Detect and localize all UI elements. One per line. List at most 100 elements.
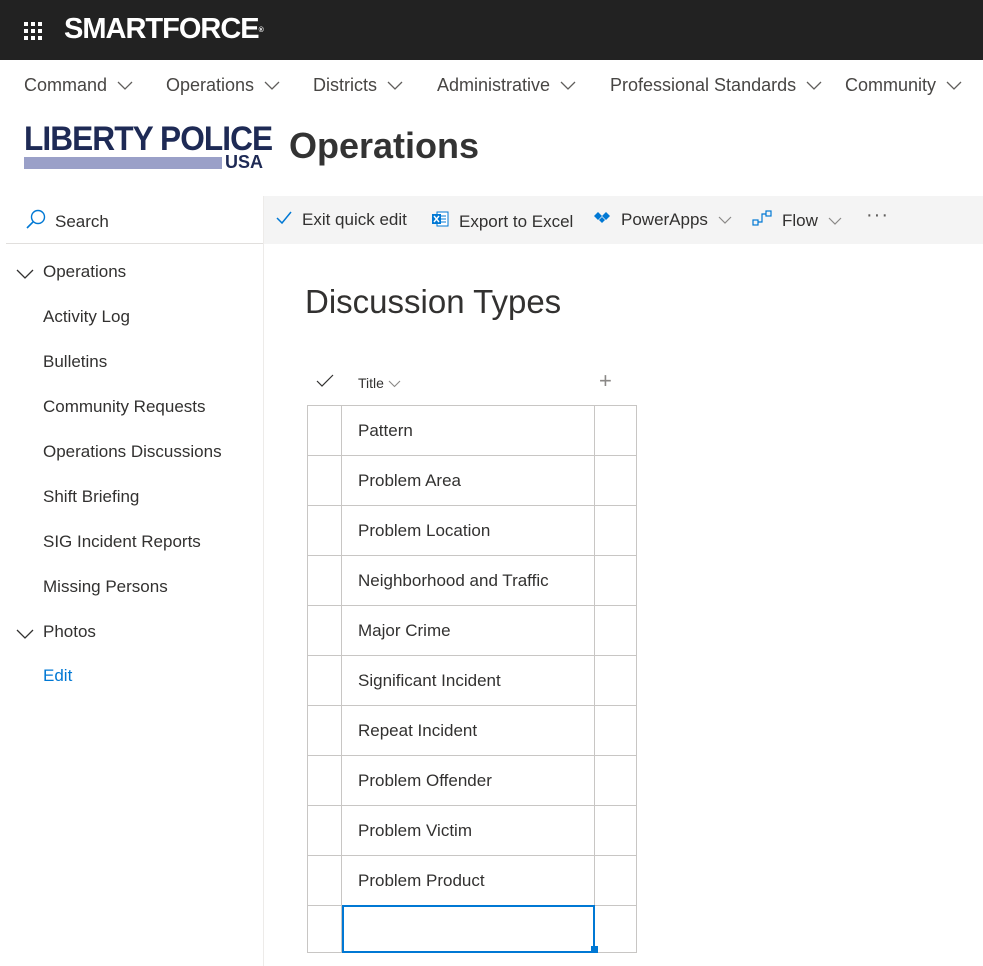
app-launcher-icon[interactable] [24,22,42,40]
title-cell[interactable]: Problem Offender [342,756,595,805]
row-select-cell[interactable] [308,756,342,805]
column-header-title[interactable]: Title [358,375,401,391]
flow-label: Flow [782,210,818,230]
powerapps-button[interactable]: PowerApps [593,210,732,230]
hub-nav-districts[interactable]: Districts [313,75,403,96]
table-row: Repeat Incident [308,706,637,756]
search-icon [26,209,46,234]
site-logo[interactable]: LIBERTY POLICE USA [24,122,273,174]
empty-cell [595,506,637,555]
title-cell[interactable]: Problem Victim [342,806,595,855]
row-select-cell[interactable] [308,706,342,755]
nav-item-photos[interactable]: Photos [43,622,96,642]
powerapps-icon [593,210,611,230]
empty-cell [595,756,637,805]
nav-item-operations-discussions[interactable]: Operations Discussions [43,442,222,462]
exit-quick-edit-label: Exit quick edit [302,210,407,229]
table-row: Pattern [308,406,637,456]
table-row: Significant Incident [308,656,637,706]
nav-edit-link[interactable]: Edit [43,666,72,686]
row-select-cell[interactable] [308,506,342,555]
chevron-down-icon [388,375,401,391]
row-select-cell[interactable] [308,656,342,705]
table-row: Problem Location [308,506,637,556]
empty-cell [595,906,637,952]
empty-cell [595,656,637,705]
empty-cell [595,606,637,655]
active-edit-cell[interactable] [342,905,595,953]
chevron-down-icon [718,210,732,230]
checkmark-icon [276,210,292,230]
more-options-button[interactable]: ··· [866,204,889,227]
chevron-down-icon [387,75,403,96]
hub-nav-label: Operations [166,75,255,95]
row-select-cell[interactable] [308,906,342,952]
empty-cell [595,556,637,605]
add-column-button[interactable]: + [599,370,612,392]
row-select-cell[interactable] [308,806,342,855]
page-title: Discussion Types [305,283,562,320]
nav-item-shift-briefing[interactable]: Shift Briefing [43,487,139,507]
hub-nav-operations[interactable]: Operations [166,75,280,96]
hub-nav-command[interactable]: Command [24,75,133,96]
hub-nav-community[interactable]: Community [845,75,962,96]
suite-bar: SMARTFORCE® [0,0,983,60]
hub-nav-label: Administrative [437,75,551,95]
title-cell[interactable]: Problem Product [342,856,595,905]
chevron-down-icon [560,75,576,96]
table-row: Problem Victim [308,806,637,856]
row-select-cell[interactable] [308,406,342,455]
table-row: Major Crime [308,606,637,656]
excel-icon [431,210,449,233]
chevron-down-icon [828,211,842,231]
hub-nav-label: Command [24,75,108,95]
hub-nav-label: Community [845,75,937,95]
row-select-cell[interactable] [308,606,342,655]
site-title[interactable]: Operations [289,124,479,168]
powerapps-label: PowerApps [621,210,708,229]
nav-item-activity-log[interactable]: Activity Log [43,307,130,327]
export-to-excel-label: Export to Excel [459,211,574,231]
title-cell[interactable]: Significant Incident [342,656,595,705]
hub-nav-administrative[interactable]: Administrative [437,75,576,96]
row-select-cell[interactable] [308,456,342,505]
table-row: Problem Product [308,856,637,906]
brand-name: SMARTFORCE [64,13,260,45]
chevron-down-icon[interactable] [16,267,34,285]
empty-cell [595,706,637,755]
brand-logo[interactable]: SMARTFORCE® [64,12,264,46]
title-cell[interactable]: Repeat Incident [342,706,595,755]
flow-button[interactable]: Flow [752,210,842,231]
hub-nav-label: Districts [313,75,377,95]
nav-item-bulletins[interactable]: Bulletins [43,352,107,372]
chevron-down-icon[interactable] [16,627,34,645]
chevron-down-icon [264,75,280,96]
title-cell[interactable]: Major Crime [342,606,595,655]
title-cell[interactable]: Pattern [342,406,595,455]
logo-text: LIBERTY POLICE [24,120,273,158]
nav-item-sig-incident-reports[interactable]: SIG Incident Reports [43,532,201,552]
row-select-cell[interactable] [308,856,342,905]
command-bar: Exit quick edit Export to Excel PowerApp… [264,196,983,244]
title-cell[interactable]: Problem Area [342,456,595,505]
nav-item-missing-persons[interactable]: Missing Persons [43,577,168,597]
title-cell[interactable]: Neighborhood and Traffic [342,556,595,605]
export-to-excel-button[interactable]: Export to Excel [431,210,573,233]
grid-header: Title + [307,364,637,404]
data-grid: Pattern Problem Area Problem Location Ne… [307,405,637,953]
nav-item-operations[interactable]: Operations [43,262,126,282]
hub-nav-professional-standards[interactable]: Professional Standards [610,75,822,96]
nav-item-community-requests[interactable]: Community Requests [43,397,206,417]
exit-quick-edit-button[interactable]: Exit quick edit [276,210,407,230]
table-row: Problem Offender [308,756,637,806]
flow-icon [752,210,772,231]
hub-nav-label: Professional Standards [610,75,797,95]
row-select-cell[interactable] [308,556,342,605]
logo-bar [24,157,222,169]
title-cell[interactable]: Problem Location [342,506,595,555]
logo-subtext: USA [225,152,264,172]
select-all-checkmark-icon[interactable] [316,374,334,393]
search-box[interactable]: Search [6,196,263,244]
empty-cell [595,406,637,455]
left-nav: Search Operations Activity Log Bulletins… [0,196,264,966]
